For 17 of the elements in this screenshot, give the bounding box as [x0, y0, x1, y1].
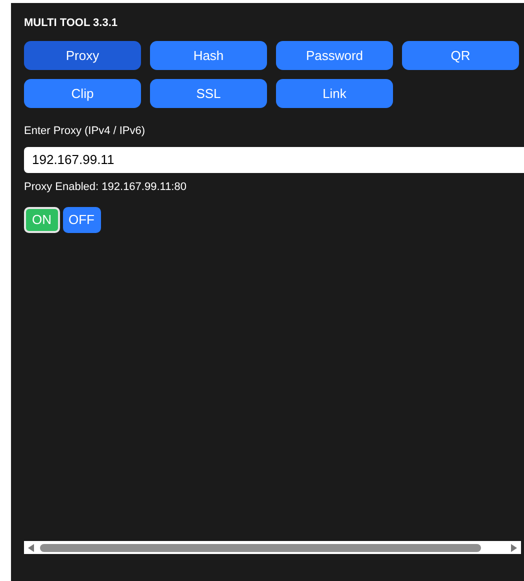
app-title: MULTI TOOL 3.3.1: [24, 16, 119, 29]
field-label: Enter Proxy (IPv4 / IPv6): [24, 124, 146, 139]
toggle-button[interactable]: ON: [24, 207, 60, 233]
tab[interactable]: SSL: [150, 79, 267, 108]
right-arrow-icon[interactable]: [511, 544, 517, 552]
proxy-input-field[interactable]: 192.167.99.11: [24, 146, 524, 172]
tab[interactable]: Proxy: [24, 41, 141, 70]
tab[interactable]: QR: [402, 41, 519, 70]
scrollbar-thumb[interactable]: [40, 544, 481, 552]
tab[interactable]: Hash: [150, 41, 267, 70]
status-text: Proxy Enabled: 192.167.99.11:80: [24, 180, 188, 194]
toggle-button[interactable]: OFF: [62, 207, 100, 233]
left-arrow-icon[interactable]: [28, 544, 34, 552]
horizontal-scrollbar[interactable]: [24, 541, 521, 554]
tab[interactable]: Link: [276, 79, 393, 108]
tab[interactable]: Clip: [24, 79, 141, 108]
tab[interactable]: Password: [276, 41, 393, 70]
